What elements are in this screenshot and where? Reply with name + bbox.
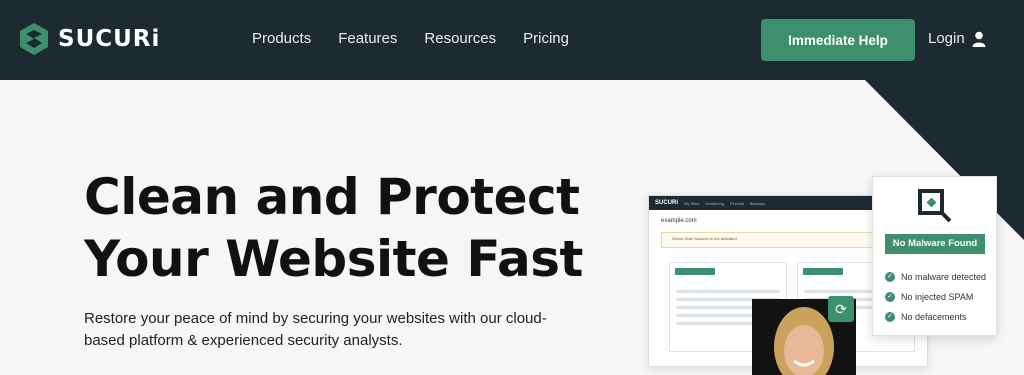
sync-icon: ⟳	[828, 296, 854, 322]
check-label: No defacements	[901, 312, 967, 322]
check-label: No injected SPAM	[901, 292, 974, 302]
nav-item-resources[interactable]: Resources	[424, 30, 496, 47]
nav-item-pricing[interactable]: Pricing	[523, 30, 569, 47]
dashboard-tab: Backups	[749, 200, 766, 206]
dashboard-line	[676, 290, 780, 293]
checkmark-icon: ✓	[885, 272, 895, 282]
check-item: ✓ No defacements	[885, 307, 986, 327]
check-item: ✓ No injected SPAM	[885, 287, 986, 307]
immediate-help-button[interactable]: Immediate Help	[761, 19, 915, 61]
check-label: No malware detected	[901, 272, 987, 282]
malware-status-card: No Malware Found ✓ No malware detected ✓…	[872, 176, 997, 336]
dashboard-tab: Firewall	[730, 200, 744, 206]
nav-item-features[interactable]: Features	[338, 30, 397, 47]
hero-headline-line-2: Your Website Fast	[84, 230, 583, 288]
checkmark-icon: ✓	[885, 292, 895, 302]
checkmark-icon: ✓	[885, 312, 895, 322]
logo[interactable]: SUCURi	[18, 22, 160, 56]
dashboard-tab: Monitoring	[705, 200, 725, 206]
login-link[interactable]: Login	[928, 30, 986, 47]
dashboard-pill	[803, 268, 843, 275]
dashboard-pill	[675, 268, 715, 275]
magnifier-icon	[918, 189, 952, 223]
brand-name: SUCURi	[58, 26, 161, 52]
login-label: Login	[928, 30, 965, 47]
user-icon	[972, 31, 986, 47]
check-list: ✓ No malware detected ✓ No injected SPAM…	[885, 267, 986, 327]
hero-subtext: Restore your peace of mind by securing y…	[84, 310, 547, 349]
hero-headline: Clean and Protect Your Website Fast	[84, 166, 583, 290]
sucuri-logo-icon	[20, 23, 48, 55]
no-malware-badge: No Malware Found	[885, 234, 985, 254]
top-navigation-bar: SUCURi Products Features Resources Prici…	[0, 0, 1024, 80]
hero-headline-line-1: Clean and Protect	[84, 168, 580, 226]
check-item: ✓ No malware detected	[885, 267, 986, 287]
nav-item-products[interactable]: Products	[252, 30, 311, 47]
dashboard-tab: My Sites	[684, 200, 700, 206]
main-menu: Products Features Resources Pricing	[252, 30, 596, 47]
dashboard-logo: SUCURi	[655, 200, 679, 206]
